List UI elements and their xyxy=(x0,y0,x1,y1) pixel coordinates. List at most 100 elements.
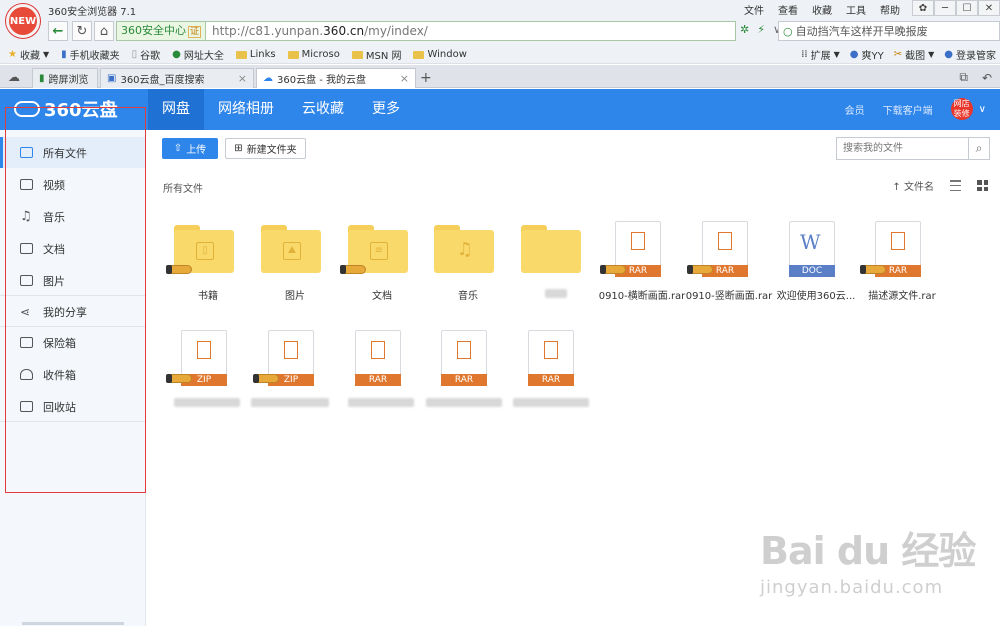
rar-file-icon: RAR xyxy=(528,330,574,386)
folder-item-docs[interactable]: ≡ 文档 xyxy=(340,225,422,315)
image-icon: ⛰ xyxy=(283,242,301,260)
bookmark-links[interactable]: Links xyxy=(235,49,276,60)
main-nav: 网盘 网络相册 云收藏 更多 xyxy=(148,89,414,130)
file-item-rar[interactable]: RAR xyxy=(342,330,422,424)
address-bar[interactable]: 360安全中心证 http://c81.yunpan.360.cn/my/ind… xyxy=(116,21,736,41)
upload-icon: ⇧ xyxy=(173,143,183,154)
nav-more[interactable]: 更多 xyxy=(358,89,414,130)
yy-button[interactable]: ● 爽YY xyxy=(850,47,884,62)
list-view-icon[interactable] xyxy=(950,180,961,191)
folder-item-images[interactable]: ⛰ 图片 xyxy=(255,225,335,315)
blurred-name xyxy=(348,398,414,407)
bookmark-msn[interactable]: MSN 网 xyxy=(351,47,401,62)
file-search-input[interactable] xyxy=(837,138,968,159)
file-item-rar[interactable]: RAR xyxy=(426,330,508,424)
rar-file-icon: RAR xyxy=(441,330,487,386)
nav-netdisk[interactable]: 网盘 xyxy=(148,89,204,130)
settings-icon[interactable]: ✲ xyxy=(740,23,749,36)
url-tools: ✲ ⚡ ∨ xyxy=(740,23,781,36)
bookmark-mobile[interactable]: ▮ 手机收藏夹 xyxy=(61,47,120,62)
close-icon[interactable]: × xyxy=(400,72,409,85)
certificate-icon: 证 xyxy=(188,26,202,38)
search-icon: ○ xyxy=(783,24,793,38)
blurred-name xyxy=(513,398,589,407)
star-icon: ★ xyxy=(8,49,17,60)
blurred-name xyxy=(251,398,329,407)
nav-cloud-favorites[interactable]: 云收藏 xyxy=(288,89,358,130)
grid-icon: ⁞⁞ xyxy=(801,49,808,60)
file-item-zip[interactable]: ZIP xyxy=(251,330,335,424)
folder-icon xyxy=(351,50,363,59)
undo-close-icon[interactable]: ↶ xyxy=(982,71,992,85)
shared-hand-icon xyxy=(860,265,886,274)
bookmark-google[interactable]: ▯ 谷歌 xyxy=(132,47,161,62)
tab-cross-screen[interactable]: ▮ 跨屏浏览 xyxy=(32,68,98,88)
chevron-down-icon[interactable]: ∨ xyxy=(979,104,986,115)
bookmark-windows[interactable]: Window xyxy=(413,49,467,60)
nav-album[interactable]: 网络相册 xyxy=(204,89,288,130)
screenshot-button[interactable]: ✂ 截图 ▼ xyxy=(894,47,935,62)
menu-tools[interactable]: 工具 xyxy=(846,2,866,17)
file-search: ⌕ xyxy=(836,137,990,160)
tab-yunpan[interactable]: ☁ 360云盘 - 我的云盘 × xyxy=(256,68,416,88)
new-tab-button[interactable]: + xyxy=(420,70,432,86)
breadcrumb[interactable]: 所有文件 xyxy=(163,180,203,195)
close-button[interactable]: ✕ xyxy=(978,0,1000,16)
folder-item-music[interactable]: ♫ 音乐 xyxy=(428,225,508,315)
search-bar[interactable]: ○ 自动挡汽车这样开早晚报废 xyxy=(778,21,1000,41)
close-icon[interactable]: × xyxy=(238,72,247,85)
bookmark-hao[interactable]: ● 网址大全 xyxy=(172,47,224,62)
file-item-rar[interactable]: RAR 0910-横断画面.rar xyxy=(599,221,685,315)
file-name: 文档 xyxy=(372,291,392,302)
bookmarks-list: ★ 收藏 ▼ ▮ 手机收藏夹 ▯ 谷歌 ● 网址大全 Links Microso MSN … xyxy=(8,47,467,62)
grid-view-icon[interactable] xyxy=(977,180,988,191)
back-arrow-icon[interactable]: ← xyxy=(48,21,68,41)
menu-view[interactable]: 查看 xyxy=(778,2,798,17)
cloud-sync-icon[interactable]: ☁ xyxy=(8,70,20,84)
menu-help[interactable]: 帮助 xyxy=(880,2,900,17)
extensions-button[interactable]: ⁞⁞ 扩展 ▼ xyxy=(801,47,840,62)
sidebar-scrollbar[interactable] xyxy=(22,622,124,625)
login-manager-button[interactable]: ● 登录管家 xyxy=(944,47,996,62)
view-controls: ↑ 文件名 xyxy=(892,178,988,193)
blurred-name xyxy=(174,398,240,407)
sort-by-name[interactable]: ↑ 文件名 xyxy=(892,178,934,193)
word-file-icon: W DOC xyxy=(789,221,835,277)
upload-button[interactable]: ⇧ 上传 xyxy=(162,138,218,159)
folder-item-books[interactable]: ▯ 书籍 xyxy=(166,225,248,315)
security-label[interactable]: 360安全中心证 xyxy=(117,22,207,40)
bookmark-microsoft[interactable]: Microso xyxy=(287,49,340,60)
file-item-rar[interactable]: RAR xyxy=(513,330,595,424)
document-icon: ≡ xyxy=(370,242,388,260)
refresh-icon[interactable]: ↻ xyxy=(72,21,92,41)
file-item-doc[interactable]: W DOC 欢迎使用360云... xyxy=(776,221,856,315)
shared-hand-icon xyxy=(600,265,626,274)
file-item-rar[interactable]: RAR 0910-竖断画面.rar xyxy=(686,221,772,315)
home-icon[interactable]: ⌂ xyxy=(94,21,114,41)
phone-icon: ▮ xyxy=(61,49,67,60)
browser-logo-icon[interactable]: NEW xyxy=(6,4,40,38)
baidu-watermark: Bai du 经验 jingyan.baidu.com xyxy=(760,520,976,598)
menu-file[interactable]: 文件 xyxy=(744,2,764,17)
url-text[interactable]: http://c81.yunpan.360.cn/my/index/ xyxy=(206,24,428,38)
menu-favorites[interactable]: 收藏 xyxy=(812,2,832,17)
minimize-button[interactable]: ─ xyxy=(934,0,956,16)
folder-item-blurred[interactable] xyxy=(515,225,595,315)
tab-list-icon[interactable]: ⧉ xyxy=(959,70,968,85)
skin-icon[interactable]: ✿ xyxy=(912,0,934,16)
maximize-button[interactable]: ☐ xyxy=(956,0,978,16)
bookmark-favorites[interactable]: ★ 收藏 ▼ xyxy=(8,47,49,62)
avatar[interactable]: 网店装修 xyxy=(950,98,973,120)
speed-icon[interactable]: ⚡ xyxy=(757,23,765,36)
vip-link[interactable]: 会员 xyxy=(845,102,865,117)
file-item-zip[interactable]: ZIP xyxy=(166,330,248,424)
search-icon[interactable]: ⌕ xyxy=(968,138,989,159)
file-name: 书籍 xyxy=(198,291,218,302)
new-folder-button[interactable]: ⊞ 新建文件夹 xyxy=(225,138,306,159)
file-item-rar[interactable]: RAR 描述源文件.rar xyxy=(860,221,942,315)
file-name: 描述源文件.rar xyxy=(868,291,936,302)
download-client-link[interactable]: 下载客户端 xyxy=(883,102,933,117)
scissors-icon: ✂ xyxy=(893,49,903,60)
tab-baidu-search[interactable]: ▣ 360云盘_百度搜索 × xyxy=(100,68,254,88)
new-folder-icon: ⊞ xyxy=(234,143,243,154)
